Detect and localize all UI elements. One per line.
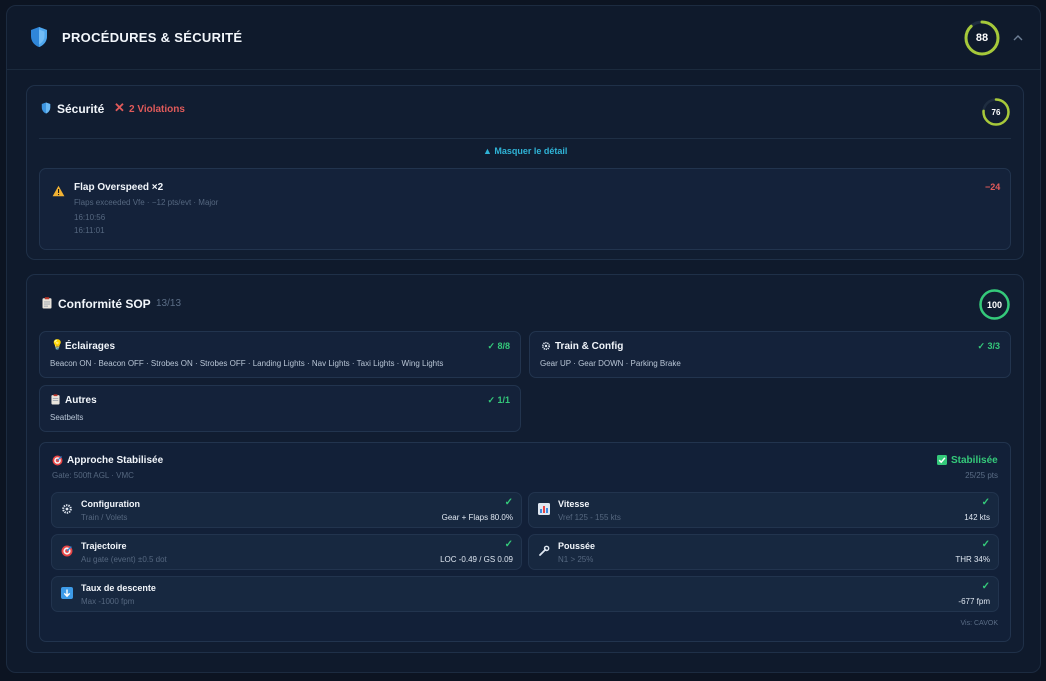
criterion-check: ✓	[981, 497, 990, 508]
violation-detail: Flaps exceeded Vfe · −12 pts/evt · Major	[74, 198, 219, 207]
criterion-check: ✓	[504, 539, 513, 550]
clipboard-icon	[42, 297, 52, 309]
criterion-title: Taux de descente	[81, 583, 156, 593]
shield-icon	[31, 27, 47, 47]
criterion-check: ✓	[504, 497, 513, 508]
security-score-value: 76	[991, 107, 1001, 117]
group-status: ✓ 8/8	[487, 341, 510, 351]
criterion-trajectory: Trajectoire Au gate (event) ±0.5 dot ✓ L…	[51, 534, 522, 570]
gear-icon	[541, 341, 551, 351]
group-title: Éclairages	[65, 341, 116, 352]
chevron-up-icon[interactable]	[1011, 31, 1025, 45]
violations-count: 2 Violations	[129, 104, 185, 115]
approach-status: Stabilisée	[951, 455, 998, 466]
lightbulb-icon: 💡	[51, 340, 64, 351]
security-card: Sécurité ✕ 2 Violations 76 ▲ Masquer le …	[26, 85, 1024, 260]
criterion-configuration: Configuration Train / Volets ✓ Gear + Fl…	[51, 492, 522, 528]
sop-group-other: Autres ✓ 1/1 Seatbelts	[39, 385, 521, 432]
group-items: Seatbelts	[50, 413, 84, 422]
divider	[39, 138, 1011, 139]
criterion-check: ✓	[981, 539, 990, 550]
approach-title: Approche Stabilisée	[67, 455, 164, 466]
overall-score-value: 88	[975, 32, 989, 44]
warning-icon	[52, 185, 65, 197]
close-x-icon: ✕	[114, 100, 125, 115]
sop-title: Conformité SOP	[58, 297, 151, 311]
sop-card: Conformité SOP 13/13 100 💡 Éclairages ✓ …	[26, 274, 1024, 653]
criterion-value: LOC -0.49 / GS 0.09	[440, 555, 513, 564]
sop-group-gear-config: Train & Config ✓ 3/3 Gear UP · Gear DOWN…	[529, 331, 1011, 378]
checkbox-icon	[937, 455, 947, 465]
approach-gate: Gate: 500ft AGL · VMC	[52, 471, 134, 480]
criterion-title: Trajectoire	[81, 541, 127, 551]
down-arrow-icon	[61, 587, 73, 599]
criterion-value: -677 fpm	[958, 597, 990, 606]
overall-score-ring: 88	[963, 19, 1001, 57]
security-score-ring: 76	[981, 97, 1011, 127]
target-icon	[52, 455, 63, 466]
bar-chart-icon	[538, 503, 550, 515]
hide-detail-toggle[interactable]: ▲ Masquer le détail	[483, 146, 567, 156]
criterion-desc: Max -1000 fpm	[81, 597, 135, 606]
shield-small-icon	[41, 102, 51, 114]
group-items: Beacon ON · Beacon OFF · Strobes ON · St…	[50, 359, 444, 368]
sop-count: 13/13	[156, 298, 182, 309]
sop-group-lights: 💡 Éclairages ✓ 8/8 Beacon ON · Beacon OF…	[39, 331, 521, 378]
criterion-value: 142 kts	[964, 513, 990, 522]
criterion-desc: N1 > 25%	[558, 555, 594, 564]
criterion-title: Configuration	[81, 499, 140, 509]
criterion-value: THR 34%	[955, 555, 990, 564]
group-items: Gear UP · Gear DOWN · Parking Brake	[540, 359, 681, 368]
group-title: Autres	[65, 395, 97, 406]
group-status: ✓ 3/3	[977, 341, 1000, 351]
criterion-thrust: Poussée N1 > 25% ✓ THR 34%	[528, 534, 999, 570]
clipboard-icon	[51, 394, 60, 405]
visibility-label: Vis: CAVOK	[960, 620, 998, 627]
sop-score-value: 100	[986, 299, 1003, 310]
wrench-icon	[539, 545, 550, 556]
security-title: Sécurité	[57, 102, 105, 116]
criterion-speed: Vitesse Vref 125 - 155 kts ✓ 142 kts	[528, 492, 999, 528]
violation-penalty: −24	[985, 182, 1001, 192]
criterion-check: ✓	[981, 581, 990, 592]
approach-points: 25/25 pts	[965, 471, 998, 480]
violation-title: Flap Overspeed ×2	[74, 182, 164, 193]
stabilized-approach-section: Approche Stabilisée Gate: 500ft AGL · VM…	[39, 442, 1011, 642]
target-icon	[61, 545, 73, 557]
criterion-desc: Train / Volets	[81, 513, 128, 522]
panel-title: PROCÉDURES & SÉCURITÉ	[62, 30, 243, 45]
group-title: Train & Config	[555, 341, 624, 352]
criterion-desc: Vref 125 - 155 kts	[558, 513, 621, 522]
violation-time-2: 16:11:01	[74, 226, 105, 235]
criterion-value: Gear + Flaps 80.0%	[441, 513, 513, 522]
violation-time-1: 16:10:56	[74, 213, 106, 222]
criterion-descent-rate: Taux de descente Max -1000 fpm ✓ -677 fp…	[51, 576, 999, 612]
criterion-desc: Au gate (event) ±0.5 dot	[81, 555, 167, 564]
gear-icon	[62, 504, 72, 514]
procedures-safety-panel: PROCÉDURES & SÉCURITÉ 88 Sécurité ✕ 2 Vi…	[6, 5, 1041, 673]
criterion-title: Vitesse	[558, 499, 590, 509]
group-status: ✓ 1/1	[487, 395, 510, 405]
sop-score-ring: 100	[978, 288, 1011, 321]
violation-item: Flap Overspeed ×2 Flaps exceeded Vfe · −…	[39, 168, 1011, 250]
criterion-title: Poussée	[558, 541, 596, 551]
panel-header[interactable]: PROCÉDURES & SÉCURITÉ 88	[7, 6, 1040, 70]
